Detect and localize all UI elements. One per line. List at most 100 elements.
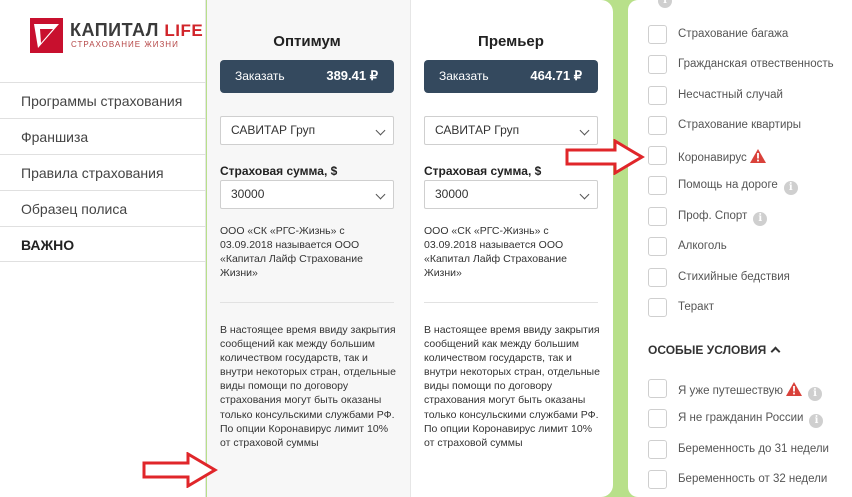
side-nav: Программы страхования Франшиза Правила с… <box>0 82 206 262</box>
annotation-arrow-icon <box>142 452 218 488</box>
option-label: Несчастный случай <box>678 89 783 101</box>
option-label: Страхование багажа <box>678 28 789 40</box>
checkbox[interactable] <box>648 409 667 428</box>
checkbox[interactable] <box>648 116 667 135</box>
order-button[interactable]: Заказать 389.41 ₽ <box>220 60 394 93</box>
info-icon[interactable]: i <box>808 387 823 401</box>
option-non-citizen[interactable]: Я не гражданин России i <box>648 409 852 429</box>
order-button[interactable]: Заказать 464.71 ₽ <box>424 60 598 93</box>
company-rename-note: ООО «СК «РГС-Жизнь» с 03.09.2018 называе… <box>424 225 567 279</box>
option-alcohol[interactable]: Алкоголь <box>648 237 852 257</box>
option-label: Проф. Спорт i <box>678 210 768 226</box>
info-icon[interactable]: i <box>753 212 768 226</box>
coronavirus-limit-note: По опции Коронавирус лимит 10% от страхо… <box>220 422 389 449</box>
special-conditions-heading: ОСОБЫЕ УСЛОВИЯ <box>648 343 767 357</box>
checkbox[interactable] <box>648 440 667 459</box>
option-label: Беременность до 31 недели <box>678 443 829 455</box>
checkbox[interactable] <box>648 55 667 74</box>
checkbox[interactable] <box>648 379 667 398</box>
info-icon[interactable]: i <box>809 414 824 428</box>
restrictions-note: В настоящее время ввиду закрытия сообщен… <box>424 323 604 450</box>
nav-item-franchise[interactable]: Франшиза <box>0 118 206 154</box>
chevron-down-icon <box>579 189 590 200</box>
option-road-assistance[interactable]: Помощь на дороге i <box>648 176 852 196</box>
plan-title: Премьер <box>478 33 544 50</box>
assistance-company-value: САВИТАР Груп <box>435 123 520 137</box>
insured-sum-label: Страховая сумма, $ <box>424 164 542 178</box>
plan-card-optimum: Оптимум Заказать 389.41 ₽ САВИТАР Груп С… <box>207 0 411 497</box>
option-label: Теракт <box>678 301 714 313</box>
plan-price: 389.41 ₽ <box>326 68 378 83</box>
annotation-arrow-icon <box>565 139 645 175</box>
option-label: Я уже путешествую i <box>678 382 823 401</box>
option-label: Гражданская отвественность <box>678 58 834 70</box>
brand-name: КАПИТАЛ LIFE <box>70 20 204 40</box>
option-civil-liability[interactable]: Гражданская отвественность <box>648 55 852 75</box>
option-terrorism[interactable]: Теракт <box>648 298 852 318</box>
option-label: Коронавирус <box>678 149 766 164</box>
brand-tagline: СТРАХОВАНИЕ ЖИЗНИ <box>71 40 179 49</box>
brand-logo-icon <box>30 18 63 53</box>
info-icon[interactable]: i <box>658 0 672 8</box>
option-label: Страхование квартиры <box>678 119 802 131</box>
checkbox[interactable] <box>648 470 667 489</box>
warning-icon <box>786 382 803 396</box>
option-label: Я не гражданин России i <box>678 412 824 428</box>
checkbox[interactable] <box>648 86 667 105</box>
chevron-down-icon <box>375 125 386 136</box>
warning-icon <box>749 149 766 163</box>
insured-sum-label: Страховая сумма, $ <box>220 164 338 178</box>
special-conditions-toggle[interactable]: ОСОБЫЕ УСЛОВИЯ <box>648 343 781 357</box>
option-label: Алкоголь <box>678 240 727 252</box>
checkbox[interactable] <box>648 25 667 44</box>
checkbox[interactable] <box>648 146 667 165</box>
insured-sum-select[interactable]: 30000 <box>220 180 394 209</box>
chevron-up-icon <box>770 346 781 357</box>
insured-sum-select[interactable]: 30000 <box>424 180 598 209</box>
restrictions-text: В настоящее время ввиду закрытия сообщен… <box>220 324 396 421</box>
left-panel: КАПИТАЛ LIFE СТРАХОВАНИЕ ЖИЗНИ Программы… <box>0 0 206 497</box>
option-apartment[interactable]: Страхование квартиры <box>648 116 852 136</box>
nav-item-important[interactable]: ВАЖНО <box>0 226 206 262</box>
options-panel: i Страхование багажа Гражданская отвеств… <box>628 0 852 497</box>
divider <box>424 302 598 303</box>
checkbox[interactable] <box>648 237 667 256</box>
option-label: Помощь на дороге i <box>678 179 798 195</box>
info-icon[interactable]: i <box>783 181 798 195</box>
insured-sum-value: 30000 <box>231 187 265 201</box>
insured-sum-value: 30000 <box>435 187 469 201</box>
restrictions-text: В настоящее время ввиду закрытия сообщен… <box>424 324 600 421</box>
plans-comparison: Оптимум Заказать 389.41 ₽ САВИТАР Груп С… <box>207 0 613 497</box>
assistance-company-value: САВИТАР Груп <box>231 123 316 137</box>
option-pro-sport[interactable]: Проф. Спорт i <box>648 207 852 227</box>
checkbox[interactable] <box>648 298 667 317</box>
plan-card-premier: Премьер Заказать 464.71 ₽ САВИТАР Груп С… <box>410 0 614 497</box>
assistance-company-select[interactable]: САВИТАР Груп <box>220 116 394 145</box>
option-pregnancy-over-32[interactable]: Беременность от 32 недели <box>648 470 852 490</box>
plan-price: 464.71 ₽ <box>530 68 582 83</box>
brand-logo[interactable]: КАПИТАЛ LIFE СТРАХОВАНИЕ ЖИЗНИ <box>30 18 203 58</box>
chevron-down-icon <box>579 125 590 136</box>
divider <box>220 302 394 303</box>
option-coronavirus[interactable]: Коронавирус <box>648 146 852 166</box>
nav-item-programs[interactable]: Программы страхования <box>0 82 206 118</box>
coronavirus-limit-note: По опции Коронавирус лимит 10% от страхо… <box>424 422 593 449</box>
option-label: Беременность от 32 недели <box>678 473 828 485</box>
option-pregnancy-under-31[interactable]: Беременность до 31 недели <box>648 440 852 460</box>
checkbox[interactable] <box>648 176 667 195</box>
option-already-travelling[interactable]: Я уже путешествую i <box>648 379 852 401</box>
option-accident[interactable]: Несчастный случай <box>648 86 852 106</box>
chevron-down-icon <box>375 189 386 200</box>
option-label: Стихийные бедствия <box>678 271 790 283</box>
option-baggage[interactable]: Страхование багажа <box>648 25 852 45</box>
order-button-label: Заказать <box>439 69 489 83</box>
company-rename-note: ООО «СК «РГС-Жизнь» с 03.09.2018 называе… <box>220 225 363 279</box>
restrictions-note: В настоящее время ввиду закрытия сообщен… <box>220 323 400 450</box>
checkbox[interactable] <box>648 268 667 287</box>
order-button-label: Заказать <box>235 69 285 83</box>
nav-item-policy-sample[interactable]: Образец полиса <box>0 190 206 226</box>
plan-title: Оптимум <box>273 33 341 50</box>
option-natural-disasters[interactable]: Стихийные бедствия <box>648 268 852 288</box>
nav-item-rules[interactable]: Правила страхования <box>0 154 206 190</box>
checkbox[interactable] <box>648 207 667 226</box>
